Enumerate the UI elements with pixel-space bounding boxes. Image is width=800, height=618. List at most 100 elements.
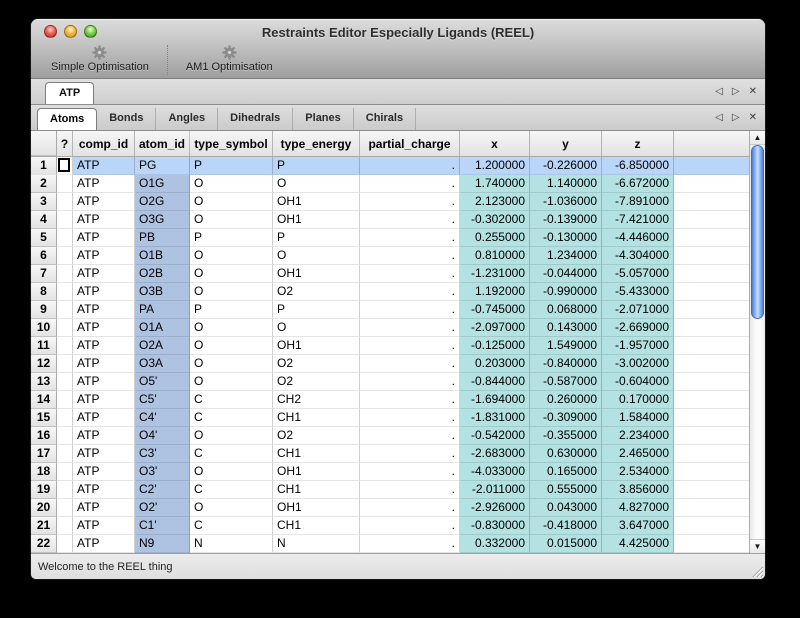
partial-charge-cell[interactable]: . (360, 175, 460, 193)
table-row[interactable]: 17ATPC3'CCH1.-2.6830000.6300002.465000 (31, 445, 749, 463)
atom-id-cell[interactable]: C4' (135, 409, 190, 427)
type-symbol-cell[interactable]: P (190, 229, 273, 247)
table-row[interactable]: 9ATPPAPP.-0.7450000.068000-2.071000 (31, 301, 749, 319)
comp-id-cell[interactable]: ATP (73, 301, 135, 319)
partial-charge-cell[interactable]: . (360, 157, 460, 175)
tab-planes[interactable]: Planes (293, 108, 353, 130)
scrollbar-track[interactable] (750, 145, 765, 539)
y-cell[interactable]: 0.068000 (530, 301, 602, 319)
x-cell[interactable]: 1.200000 (460, 157, 530, 175)
z-cell[interactable]: -5.057000 (602, 265, 674, 283)
z-cell[interactable]: -6.850000 (602, 157, 674, 175)
y-cell[interactable]: -1.036000 (530, 193, 602, 211)
atom-id-cell[interactable]: O2A (135, 337, 190, 355)
type-symbol-cell[interactable]: O (190, 247, 273, 265)
row-number-cell[interactable]: 8 (31, 283, 57, 301)
z-cell[interactable]: -7.421000 (602, 211, 674, 229)
z-cell[interactable]: 4.827000 (602, 499, 674, 517)
z-cell[interactable]: -0.604000 (602, 373, 674, 391)
type-energy-cell[interactable]: P (273, 229, 360, 247)
tab-dihedrals[interactable]: Dihedrals (218, 108, 293, 130)
y-cell[interactable]: -0.130000 (530, 229, 602, 247)
z-cell[interactable]: -4.304000 (602, 247, 674, 265)
am1-optimisation-button[interactable]: AM1 Optimisation (176, 45, 283, 77)
type-energy-cell[interactable]: P (273, 157, 360, 175)
checkbox-cell[interactable] (57, 211, 73, 229)
row-number-cell[interactable]: 15 (31, 409, 57, 427)
checkbox-cell[interactable] (57, 337, 73, 355)
z-cell[interactable]: 4.425000 (602, 535, 674, 553)
y-cell[interactable]: -0.840000 (530, 355, 602, 373)
tab-close-icon[interactable]: ✕ (749, 87, 757, 97)
table-row[interactable]: 22ATPN9NN.0.3320000.0150004.425000 (31, 535, 749, 553)
checkbox-cell[interactable] (57, 463, 73, 481)
header-partial-charge[interactable]: partial_charge (360, 131, 460, 156)
type-symbol-cell[interactable]: O (190, 499, 273, 517)
type-energy-cell[interactable]: O (273, 247, 360, 265)
checkbox-cell[interactable] (57, 175, 73, 193)
z-cell[interactable]: 2.234000 (602, 427, 674, 445)
table-row[interactable]: 8ATPO3BOO2.1.192000-0.990000-5.433000 (31, 283, 749, 301)
y-cell[interactable]: 1.234000 (530, 247, 602, 265)
type-energy-cell[interactable]: OH1 (273, 265, 360, 283)
row-number-cell[interactable]: 1 (31, 157, 57, 175)
table-row[interactable]: 10ATPO1AOO.-2.0970000.143000-2.669000 (31, 319, 749, 337)
type-symbol-cell[interactable]: C (190, 517, 273, 535)
row-number-cell[interactable]: 22 (31, 535, 57, 553)
z-cell[interactable]: 0.170000 (602, 391, 674, 409)
partial-charge-cell[interactable]: . (360, 211, 460, 229)
row-number-cell[interactable]: 21 (31, 517, 57, 535)
type-energy-cell[interactable]: CH1 (273, 517, 360, 535)
atom-id-cell[interactable]: C3' (135, 445, 190, 463)
type-energy-cell[interactable]: OH1 (273, 211, 360, 229)
y-cell[interactable]: 0.630000 (530, 445, 602, 463)
y-cell[interactable]: -0.044000 (530, 265, 602, 283)
comp-id-cell[interactable]: ATP (73, 337, 135, 355)
partial-charge-cell[interactable]: . (360, 427, 460, 445)
type-energy-cell[interactable]: O2 (273, 427, 360, 445)
vertical-scrollbar[interactable]: ▲ ▼ (749, 131, 765, 553)
minimize-window-button[interactable] (64, 25, 77, 38)
atom-id-cell[interactable]: N9 (135, 535, 190, 553)
atom-id-cell[interactable]: PA (135, 301, 190, 319)
row-number-cell[interactable]: 18 (31, 463, 57, 481)
type-symbol-cell[interactable]: O (190, 463, 273, 481)
tab-atoms[interactable]: Atoms (37, 108, 97, 130)
partial-charge-cell[interactable]: . (360, 535, 460, 553)
type-symbol-cell[interactable]: O (190, 427, 273, 445)
row-number-cell[interactable]: 10 (31, 319, 57, 337)
comp-id-cell[interactable]: ATP (73, 193, 135, 211)
table-row[interactable]: 1ATPPGPP.1.200000-0.226000-6.850000 (31, 157, 749, 175)
table-row[interactable]: 19ATPC2'CCH1.-2.0110000.5550003.856000 (31, 481, 749, 499)
checkbox-cell[interactable] (57, 517, 73, 535)
comp-id-cell[interactable]: ATP (73, 481, 135, 499)
table-row[interactable]: 14ATPC5'CCH2.-1.6940000.2600000.170000 (31, 391, 749, 409)
z-cell[interactable]: 3.856000 (602, 481, 674, 499)
atom-id-cell[interactable]: O5' (135, 373, 190, 391)
x-cell[interactable]: 1.740000 (460, 175, 530, 193)
type-energy-cell[interactable]: CH1 (273, 409, 360, 427)
tab-angles[interactable]: Angles (156, 108, 218, 130)
comp-id-cell[interactable]: ATP (73, 265, 135, 283)
z-cell[interactable]: -2.071000 (602, 301, 674, 319)
partial-charge-cell[interactable]: . (360, 409, 460, 427)
partial-charge-cell[interactable]: . (360, 283, 460, 301)
header-comp-id[interactable]: comp_id (73, 131, 135, 156)
row-number-cell[interactable]: 3 (31, 193, 57, 211)
checkbox-cell[interactable] (57, 319, 73, 337)
partial-charge-cell[interactable]: . (360, 463, 460, 481)
checkbox-cell[interactable] (57, 391, 73, 409)
y-cell[interactable]: 0.260000 (530, 391, 602, 409)
row-number-cell[interactable]: 17 (31, 445, 57, 463)
atom-id-cell[interactable]: O1A (135, 319, 190, 337)
row-number-cell[interactable]: 12 (31, 355, 57, 373)
checkbox-cell[interactable] (57, 283, 73, 301)
row-number-cell[interactable]: 16 (31, 427, 57, 445)
type-energy-cell[interactable]: P (273, 301, 360, 319)
x-cell[interactable]: -2.011000 (460, 481, 530, 499)
table-row[interactable]: 13ATPO5'OO2.-0.844000-0.587000-0.604000 (31, 373, 749, 391)
x-cell[interactable]: -0.302000 (460, 211, 530, 229)
row-number-cell[interactable]: 2 (31, 175, 57, 193)
comp-id-cell[interactable]: ATP (73, 319, 135, 337)
x-cell[interactable]: -0.542000 (460, 427, 530, 445)
